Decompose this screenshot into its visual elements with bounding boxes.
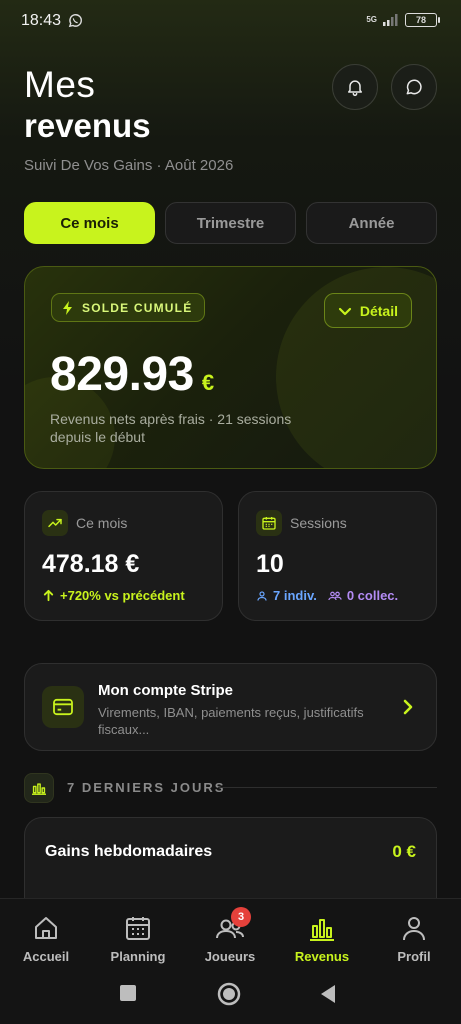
back-triangle-icon bbox=[321, 985, 335, 1003]
signal-icon bbox=[383, 14, 398, 26]
tab-annee[interactable]: Année bbox=[306, 202, 437, 244]
weekly-title: Gains hebdomadaires bbox=[45, 843, 213, 860]
calendar-icon bbox=[124, 913, 152, 943]
chevron-right-icon bbox=[403, 699, 413, 715]
section-divider bbox=[218, 787, 437, 788]
bar-chart-icon bbox=[308, 913, 336, 943]
square-icon bbox=[120, 985, 136, 1001]
bell-icon bbox=[348, 80, 362, 97]
notification-badge: 3 bbox=[231, 907, 251, 927]
group-icon bbox=[328, 591, 342, 600]
nav-revenus-label: Revenus bbox=[294, 949, 350, 964]
section-title: 7 DERNIERS JOURS bbox=[67, 780, 226, 795]
system-navigation-bar bbox=[0, 970, 461, 1024]
home-icon bbox=[32, 913, 60, 943]
balance-card: SOLDE CUMULÉ Détail 829.93 € Revenus net… bbox=[24, 266, 437, 469]
status-indicators: 5G 78 bbox=[366, 13, 440, 27]
user-icon bbox=[400, 913, 428, 943]
user-icon bbox=[257, 590, 267, 601]
nav-accueil-label: Accueil bbox=[22, 949, 70, 964]
month-stat-label: Ce mois bbox=[76, 515, 128, 531]
month-stat-value: 478.18 € bbox=[42, 550, 140, 578]
users-icon: 3 bbox=[215, 907, 251, 943]
notifications-button[interactable] bbox=[332, 64, 378, 110]
trending-up-icon bbox=[42, 510, 68, 536]
nav-accueil[interactable]: Accueil bbox=[0, 913, 92, 964]
balance-value: 829.93 bbox=[50, 348, 194, 401]
month-trend: +720% vs précédent bbox=[42, 588, 185, 603]
nav-profil-label: Profil bbox=[397, 949, 431, 964]
sessions-stat-label: Sessions bbox=[290, 515, 347, 531]
balance-amount: 829.93 € bbox=[50, 347, 214, 402]
credit-card-icon bbox=[42, 686, 84, 728]
sessions-stat-card[interactable]: Sessions 10 7 indiv. 0 collec. bbox=[238, 491, 437, 621]
chevron-down-icon bbox=[338, 307, 351, 315]
recent-apps-button[interactable] bbox=[119, 984, 137, 1007]
network-label: 5G bbox=[366, 15, 377, 24]
nav-planning-label: Planning bbox=[110, 949, 166, 964]
arrow-up-icon bbox=[43, 589, 54, 602]
nav-revenus[interactable]: Revenus bbox=[276, 913, 368, 964]
battery-icon: 78 bbox=[405, 13, 440, 27]
bar-chart-icon bbox=[24, 773, 54, 803]
page-title-line-2: revenus bbox=[24, 107, 151, 144]
tab-ce-mois[interactable]: Ce mois bbox=[24, 202, 155, 244]
stripe-title: Mon compte Stripe bbox=[98, 682, 234, 699]
back-button[interactable] bbox=[319, 984, 337, 1009]
individual-sessions: 7 indiv. bbox=[273, 588, 317, 603]
status-time: 18:43 bbox=[21, 12, 62, 29]
month-stat-card[interactable]: Ce mois 478.18 € +720% vs précédent bbox=[24, 491, 223, 621]
page-title-line-1: Mes bbox=[24, 64, 96, 105]
nav-joueurs-label: Joueurs bbox=[204, 949, 256, 964]
stripe-account-row[interactable]: Mon compte Stripe Virements, IBAN, paiem… bbox=[24, 663, 437, 751]
chat-bubble-icon bbox=[406, 79, 422, 95]
detail-button-label: Détail bbox=[359, 302, 398, 319]
nav-joueurs[interactable]: 3 Joueurs bbox=[184, 907, 276, 964]
page-subtitle: Suivi De Vos Gains · Août 2026 bbox=[24, 157, 234, 174]
tab-trimestre[interactable]: Trimestre bbox=[165, 202, 296, 244]
nav-planning[interactable]: Planning bbox=[92, 913, 184, 964]
home-circle-icon bbox=[217, 982, 241, 1006]
detail-button[interactable]: Détail bbox=[323, 293, 412, 328]
balance-note: Revenus nets après frais · 21 sessions d… bbox=[50, 411, 292, 445]
weekly-value: 0 € bbox=[392, 842, 416, 861]
balance-currency: € bbox=[201, 370, 215, 395]
calendar-grid-icon bbox=[256, 510, 282, 536]
balance-badge-label: SOLDE CUMULÉ bbox=[82, 300, 193, 315]
month-trend-text: +720% vs précédent bbox=[60, 588, 185, 603]
status-bar: 18:43 5G 78 bbox=[0, 0, 461, 42]
lightning-icon bbox=[63, 300, 72, 315]
balance-badge: SOLDE CUMULÉ bbox=[51, 293, 206, 322]
collective-sessions: 0 collec. bbox=[346, 588, 399, 603]
sessions-stat-value: 10 bbox=[256, 550, 284, 578]
stripe-description: Virements, IBAN, paiements reçus, justif… bbox=[98, 705, 364, 737]
nav-profil[interactable]: Profil bbox=[368, 913, 460, 964]
home-button[interactable] bbox=[217, 982, 241, 1011]
whatsapp-icon bbox=[68, 14, 82, 28]
bottom-navigation: Accueil Planning 3 Joueurs Revenus Profi… bbox=[0, 898, 461, 970]
period-tabs: Ce mois Trimestre Année bbox=[24, 202, 437, 244]
messages-button[interactable] bbox=[391, 64, 437, 110]
sessions-breakdown: 7 indiv. 0 collec. bbox=[256, 588, 398, 603]
